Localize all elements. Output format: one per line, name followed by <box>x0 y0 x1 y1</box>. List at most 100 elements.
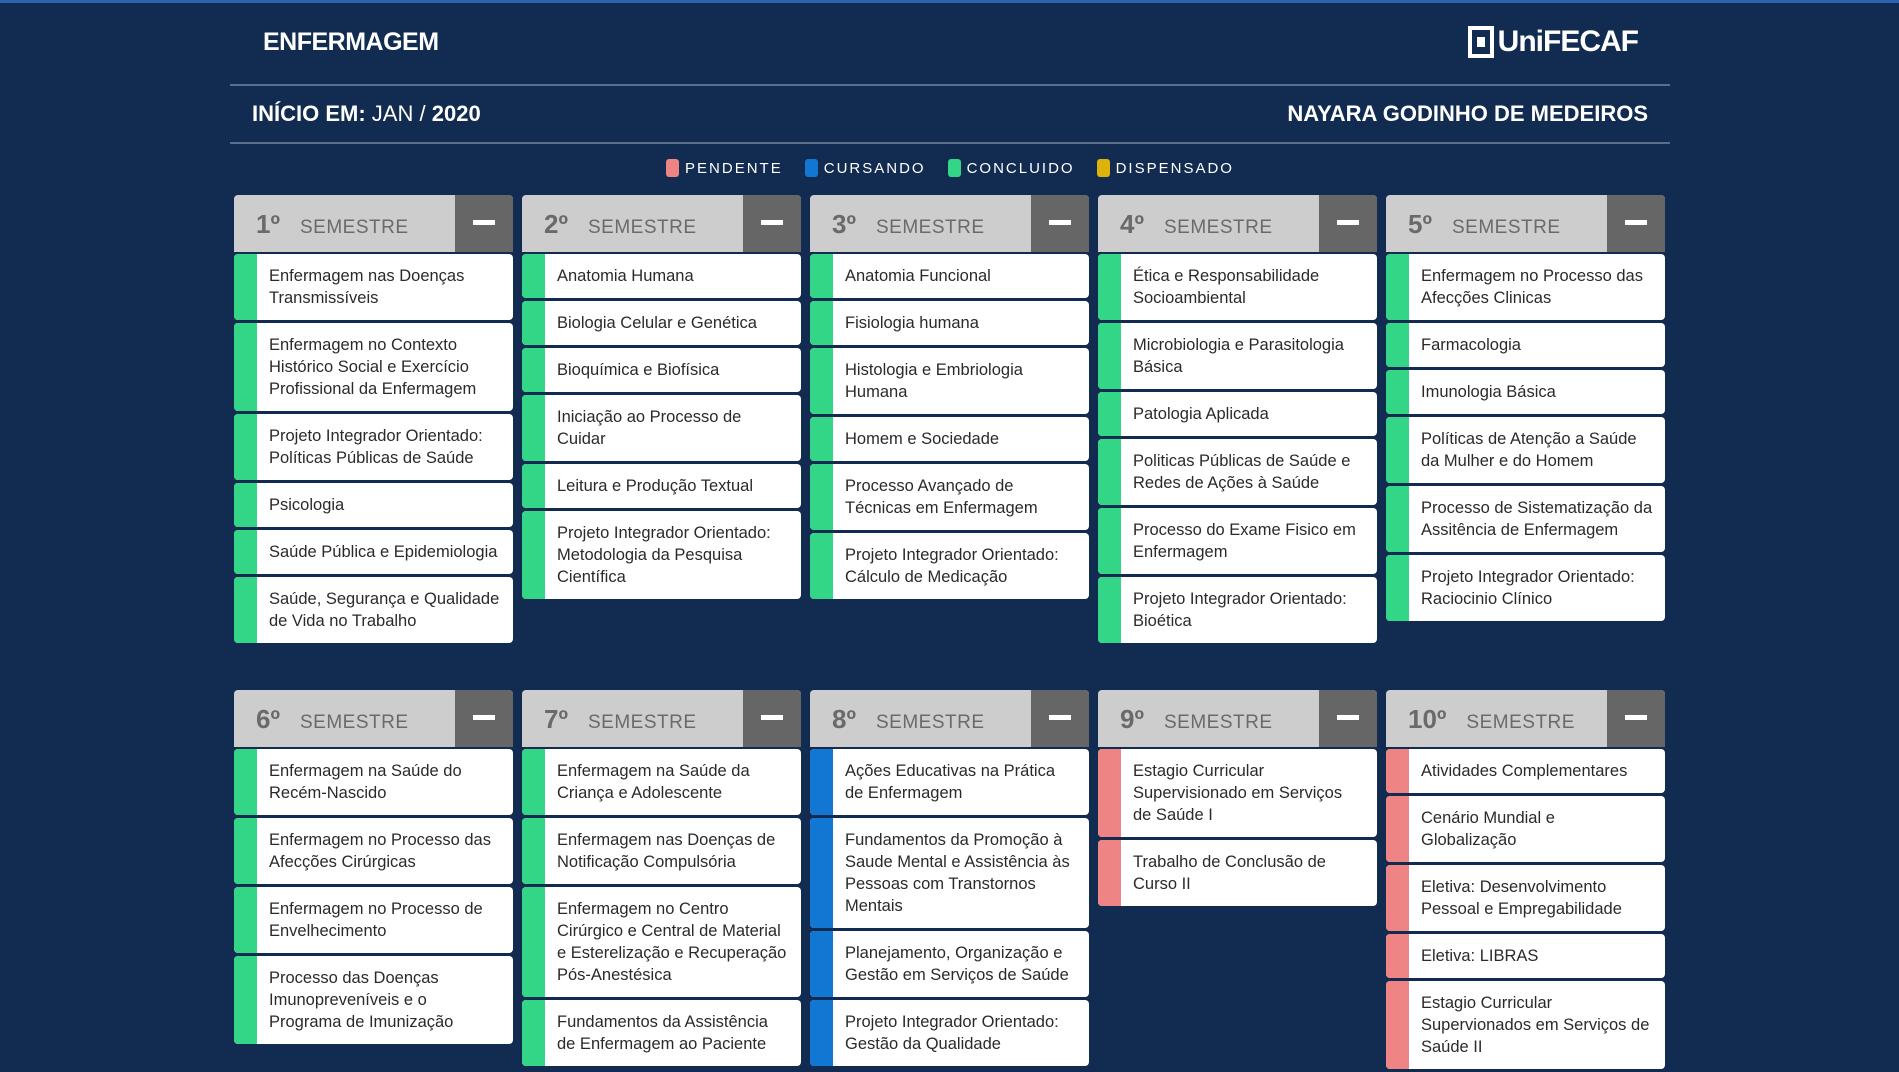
semester-header[interactable]: 3º SEMESTRE <box>810 195 1089 252</box>
course-item[interactable]: Projeto Integrador Orientado: Cálculo de… <box>810 533 1089 599</box>
course-item[interactable]: Fundamentos da Assistência de Enfermagem… <box>522 1000 801 1066</box>
course-item[interactable]: Cenário Mundial e Globalização <box>1386 796 1665 862</box>
course-item[interactable]: Estagio Curricular Supervionados em Serv… <box>1386 981 1665 1069</box>
status-bar <box>810 818 833 928</box>
semester-header[interactable]: 5º SEMESTRE <box>1386 195 1665 252</box>
collapse-minus-icon[interactable] <box>743 690 801 747</box>
semester-header[interactable]: 2º SEMESTRE <box>522 195 801 252</box>
course-item[interactable]: Enfermagem nas Doenças Transmissíveis <box>234 254 513 320</box>
course-item[interactable]: Anatomia Humana <box>522 254 801 298</box>
course-item[interactable]: Atividades Complementares <box>1386 749 1665 793</box>
course-item[interactable]: Bioquímica e Biofísica <box>522 348 801 392</box>
semester-number: 3º <box>832 209 856 239</box>
collapse-minus-icon[interactable] <box>1319 195 1377 252</box>
course-item[interactable]: Enfermagem na Saúde da Criança e Adolesc… <box>522 749 801 815</box>
semester-column: 10º SEMESTRE Atividades Complementares Cená… <box>1386 690 1665 1072</box>
course-item[interactable]: Saúde, Segurança e Qualidade de Vida no … <box>234 577 513 643</box>
status-bar <box>1386 934 1409 978</box>
course-item[interactable]: Processo do Exame Fisico em Enfermagem <box>1098 508 1377 574</box>
collapse-minus-icon[interactable] <box>1031 195 1089 252</box>
unifecaf-logo: UniFECAF <box>1467 25 1639 59</box>
course-item[interactable]: Iniciação ao Processo de Cuidar <box>522 395 801 461</box>
semester-label: SEMESTRE <box>1163 712 1273 733</box>
course-item[interactable]: Processo das Doenças Imunopreveníveis e … <box>234 956 513 1044</box>
course-item[interactable]: Farmacologia <box>1386 323 1665 367</box>
course-item[interactable]: Trabalho de Conclusão de Curso II <box>1098 840 1377 906</box>
course-item[interactable]: Ética e Responsabilidade Socioambiental <box>1098 254 1377 320</box>
course-item[interactable]: Projeto Integrador Orientado: Políticas … <box>234 414 513 480</box>
status-bar <box>810 417 833 461</box>
semester-header[interactable]: 8º SEMESTRE <box>810 690 1089 747</box>
status-bar <box>522 348 545 392</box>
course-item[interactable]: Projeto Integrador Orientado: Bioética <box>1098 577 1377 643</box>
course-item[interactable]: Estagio Curricular Supervisionado em Ser… <box>1098 749 1377 837</box>
course-item[interactable]: Politicas Públicas de Saúde e Redes de A… <box>1098 439 1377 505</box>
course-name: Estagio Curricular Supervisionado em Ser… <box>1133 762 1343 824</box>
collapse-minus-icon[interactable] <box>1607 690 1665 747</box>
course-item[interactable]: Eletiva: Desenvolvimento Pessoal e Empre… <box>1386 865 1665 931</box>
collapse-minus-icon[interactable] <box>455 690 513 747</box>
semester-header[interactable]: 9º SEMESTRE <box>1098 690 1377 747</box>
semester-number: 4º <box>1120 209 1144 239</box>
course-item[interactable]: Leitura e Produção Textual <box>522 464 801 508</box>
course-item[interactable]: Homem e Sociedade <box>810 417 1089 461</box>
course-item[interactable]: Projeto Integrador Orientado: Gestão da … <box>810 1000 1089 1066</box>
collapse-minus-icon[interactable] <box>1607 195 1665 252</box>
course-item[interactable]: Processo Avançado de Técnicas em Enferma… <box>810 464 1089 530</box>
course-item[interactable]: Psicologia <box>234 483 513 527</box>
course-name: Microbiologia e Parasitologia Básica <box>1133 336 1344 376</box>
course-name: Processo do Exame Fisico em Enfermagem <box>1133 521 1356 561</box>
course-name: Processo das Doenças Imunopreveníveis e … <box>269 969 454 1031</box>
collapse-minus-icon[interactable] <box>1031 690 1089 747</box>
status-bar <box>810 254 833 298</box>
course-item[interactable]: Microbiologia e Parasitologia Básica <box>1098 323 1377 389</box>
course-item[interactable]: Anatomia Funcional <box>810 254 1089 298</box>
course-item[interactable]: Enfermagem no Processo das Afecções Cirú… <box>234 818 513 884</box>
semester-header[interactable]: 6º SEMESTRE <box>234 690 513 747</box>
course-item[interactable]: Enfermagem nas Doenças de Notificação Co… <box>522 818 801 884</box>
status-bar <box>522 254 545 298</box>
course-item[interactable]: Projeto Integrador Orientado: Metodologi… <box>522 511 801 599</box>
course-item[interactable]: Eletiva: LIBRAS <box>1386 934 1665 978</box>
course-name: Enfermagem no Processo das Afecções Cirú… <box>269 831 491 871</box>
legend-swatch <box>804 159 818 177</box>
course-item[interactable]: Fundamentos da Promoção à Saude Mental e… <box>810 818 1089 928</box>
course-item[interactable]: Projeto Integrador Orientado: Raciocinio… <box>1386 555 1665 621</box>
course-item[interactable]: Planejamento, Organização e Gestão em Se… <box>810 931 1089 997</box>
course-item[interactable]: Patologia Aplicada <box>1098 392 1377 436</box>
collapse-minus-icon[interactable] <box>455 195 513 252</box>
semester-column: 1º SEMESTRE Enfermagem nas Doenças Transmi… <box>234 195 513 646</box>
collapse-minus-icon[interactable] <box>743 195 801 252</box>
semester-header[interactable]: 7º SEMESTRE <box>522 690 801 747</box>
course-item[interactable]: Histologia e Embriologia Humana <box>810 348 1089 414</box>
semester-header[interactable]: 10º SEMESTRE <box>1386 690 1665 747</box>
course-item[interactable]: Enfermagem no Centro Cirúrgico e Central… <box>522 887 801 997</box>
status-bar <box>810 464 833 530</box>
semester-label: SEMESTRE <box>1451 217 1561 238</box>
status-bar <box>1098 840 1121 906</box>
collapse-minus-icon[interactable] <box>1319 690 1377 747</box>
status-bar <box>1098 577 1121 643</box>
semester-header[interactable]: 4º SEMESTRE <box>1098 195 1377 252</box>
course-item[interactable]: Biologia Celular e Genética <box>522 301 801 345</box>
status-bar <box>1386 254 1409 320</box>
course-item[interactable]: Fisiologia humana <box>810 301 1089 345</box>
course-item[interactable]: Processo de Sistematização da Assitência… <box>1386 486 1665 552</box>
course-item[interactable]: Políticas de Atenção a Saúde da Mulher e… <box>1386 417 1665 483</box>
course-item[interactable]: Imunologia Básica <box>1386 370 1665 414</box>
status-bar <box>234 818 257 884</box>
course-item[interactable]: Enfermagem no Processo das Afecções Clin… <box>1386 254 1665 320</box>
legend-item-pendente: PENDENTE <box>666 159 783 177</box>
status-bar <box>522 464 545 508</box>
course-item[interactable]: Enfermagem na Saúde do Recém-Nascido <box>234 749 513 815</box>
course-item[interactable]: Enfermagem no Processo de Envelhecimento <box>234 887 513 953</box>
course-name: Fundamentos da Assistência de Enfermagem… <box>557 1013 768 1053</box>
course-item[interactable]: Enfermagem no Contexto Histórico Social … <box>234 323 513 411</box>
status-bar <box>1386 796 1409 862</box>
course-item[interactable]: Saúde Pública e Epidemiologia <box>234 530 513 574</box>
course-name: Processo de Sistematização da Assitência… <box>1421 499 1653 539</box>
course-item[interactable]: Ações Educativas na Prática de Enfermage… <box>810 749 1089 815</box>
semester-header[interactable]: 1º SEMESTRE <box>234 195 513 252</box>
status-bar <box>234 323 257 411</box>
logo-text: UniFECAF <box>1497 25 1639 58</box>
